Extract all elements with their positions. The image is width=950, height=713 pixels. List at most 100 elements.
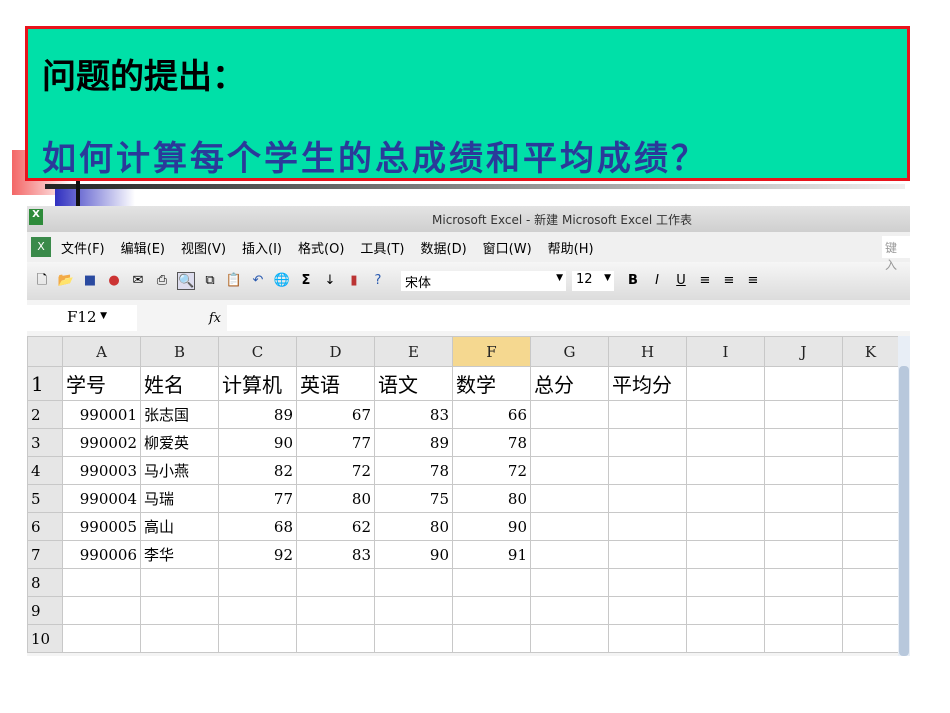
cell-C6[interactable]: 68 <box>218 512 297 541</box>
cell-B5[interactable]: 马瑞 <box>140 484 219 513</box>
copy-icon[interactable]: ⧉ <box>201 272 219 290</box>
cell-I4[interactable] <box>686 456 765 485</box>
cell-G1[interactable]: 总分 <box>530 366 609 401</box>
cell-A2[interactable]: 990001 <box>62 400 141 429</box>
cell-G10[interactable] <box>530 624 609 653</box>
column-header-B[interactable]: B <box>140 336 219 367</box>
cell-H3[interactable] <box>608 428 687 457</box>
cell-E7[interactable]: 90 <box>374 540 453 569</box>
cell-F5[interactable]: 80 <box>452 484 531 513</box>
cell-B1[interactable]: 姓名 <box>140 366 219 401</box>
cell-F8[interactable] <box>452 568 531 597</box>
menu-insert[interactable]: 插入(I) <box>242 238 282 257</box>
cell-J6[interactable] <box>764 512 843 541</box>
cell-J2[interactable] <box>764 400 843 429</box>
cell-G3[interactable] <box>530 428 609 457</box>
column-header-F[interactable]: F <box>452 336 531 367</box>
column-header-D[interactable]: D <box>296 336 375 367</box>
cell-H10[interactable] <box>608 624 687 653</box>
cell-J10[interactable] <box>764 624 843 653</box>
cell-G7[interactable] <box>530 540 609 569</box>
cell-J7[interactable] <box>764 540 843 569</box>
cell-C4[interactable]: 82 <box>218 456 297 485</box>
cell-H5[interactable] <box>608 484 687 513</box>
save-icon[interactable]: ■ <box>81 272 99 290</box>
cell-A7[interactable]: 990006 <box>62 540 141 569</box>
menu-help[interactable]: 帮助(H) <box>548 238 594 257</box>
cell-I5[interactable] <box>686 484 765 513</box>
cell-C5[interactable]: 77 <box>218 484 297 513</box>
cell-K5[interactable] <box>842 484 899 513</box>
permission-icon[interactable]: ● <box>105 272 123 290</box>
cell-E4[interactable]: 78 <box>374 456 453 485</box>
column-header-J[interactable]: J <box>764 336 843 367</box>
bold-icon[interactable]: B <box>624 272 642 290</box>
column-header-E[interactable]: E <box>374 336 453 367</box>
cell-E6[interactable]: 80 <box>374 512 453 541</box>
cell-A10[interactable] <box>62 624 141 653</box>
cell-B4[interactable]: 马小燕 <box>140 456 219 485</box>
cell-A4[interactable]: 990003 <box>62 456 141 485</box>
row-header[interactable]: 1 <box>27 366 63 401</box>
cell-J4[interactable] <box>764 456 843 485</box>
italic-icon[interactable]: I <box>648 272 666 290</box>
cell-H4[interactable] <box>608 456 687 485</box>
print-icon[interactable]: ⎙ <box>153 272 171 290</box>
cell-D2[interactable]: 67 <box>296 400 375 429</box>
column-header-C[interactable]: C <box>218 336 297 367</box>
cell-A8[interactable] <box>62 568 141 597</box>
vertical-scrollbar[interactable] <box>898 336 910 656</box>
cell-G4[interactable] <box>530 456 609 485</box>
cell-A9[interactable] <box>62 596 141 625</box>
row-header[interactable]: 2 <box>27 400 63 429</box>
help-icon[interactable]: ? <box>369 272 387 290</box>
cell-E5[interactable]: 75 <box>374 484 453 513</box>
cell-E10[interactable] <box>374 624 453 653</box>
name-box[interactable]: F12 ▼ <box>27 305 137 331</box>
row-header[interactable]: 4 <box>27 456 63 485</box>
underline-icon[interactable]: U <box>672 272 690 290</box>
cell-E9[interactable] <box>374 596 453 625</box>
open-icon[interactable]: 📂 <box>57 272 75 290</box>
column-header-G[interactable]: G <box>530 336 609 367</box>
cell-K8[interactable] <box>842 568 899 597</box>
cell-G2[interactable] <box>530 400 609 429</box>
cell-D1[interactable]: 英语 <box>296 366 375 401</box>
cell-G6[interactable] <box>530 512 609 541</box>
cell-C3[interactable]: 90 <box>218 428 297 457</box>
cell-B3[interactable]: 柳爱英 <box>140 428 219 457</box>
cell-D9[interactable] <box>296 596 375 625</box>
cell-F1[interactable]: 数学 <box>452 366 531 401</box>
hyperlink-icon[interactable]: 🌐 <box>273 272 291 290</box>
new-icon[interactable]: 🗋 <box>33 272 51 290</box>
cell-G9[interactable] <box>530 596 609 625</box>
cell-F7[interactable]: 91 <box>452 540 531 569</box>
print-preview-icon[interactable]: 🔍 <box>177 272 195 290</box>
column-header-K[interactable]: K <box>842 336 899 367</box>
row-header[interactable]: 9 <box>27 596 63 625</box>
cell-E2[interactable]: 83 <box>374 400 453 429</box>
cell-E3[interactable]: 89 <box>374 428 453 457</box>
cell-C8[interactable] <box>218 568 297 597</box>
column-header-H[interactable]: H <box>608 336 687 367</box>
paste-icon[interactable]: 📋 <box>225 272 243 290</box>
cell-F2[interactable]: 66 <box>452 400 531 429</box>
cell-B8[interactable] <box>140 568 219 597</box>
cell-F9[interactable] <box>452 596 531 625</box>
row-header[interactable]: 10 <box>27 624 63 653</box>
align-right-icon[interactable]: ≡ <box>744 272 762 290</box>
cell-J9[interactable] <box>764 596 843 625</box>
chart-wizard-icon[interactable]: ▮ <box>345 272 363 290</box>
cell-K6[interactable] <box>842 512 899 541</box>
cell-G5[interactable] <box>530 484 609 513</box>
font-size-select[interactable]: 12 ▼ <box>572 271 614 291</box>
row-header[interactable]: 7 <box>27 540 63 569</box>
cell-H7[interactable] <box>608 540 687 569</box>
menu-data[interactable]: 数据(D) <box>421 238 467 257</box>
align-left-icon[interactable]: ≡ <box>696 272 714 290</box>
fx-icon[interactable]: fx <box>137 311 227 326</box>
cell-E8[interactable] <box>374 568 453 597</box>
cell-K2[interactable] <box>842 400 899 429</box>
menu-file[interactable]: 文件(F) <box>61 238 105 257</box>
cell-H6[interactable] <box>608 512 687 541</box>
